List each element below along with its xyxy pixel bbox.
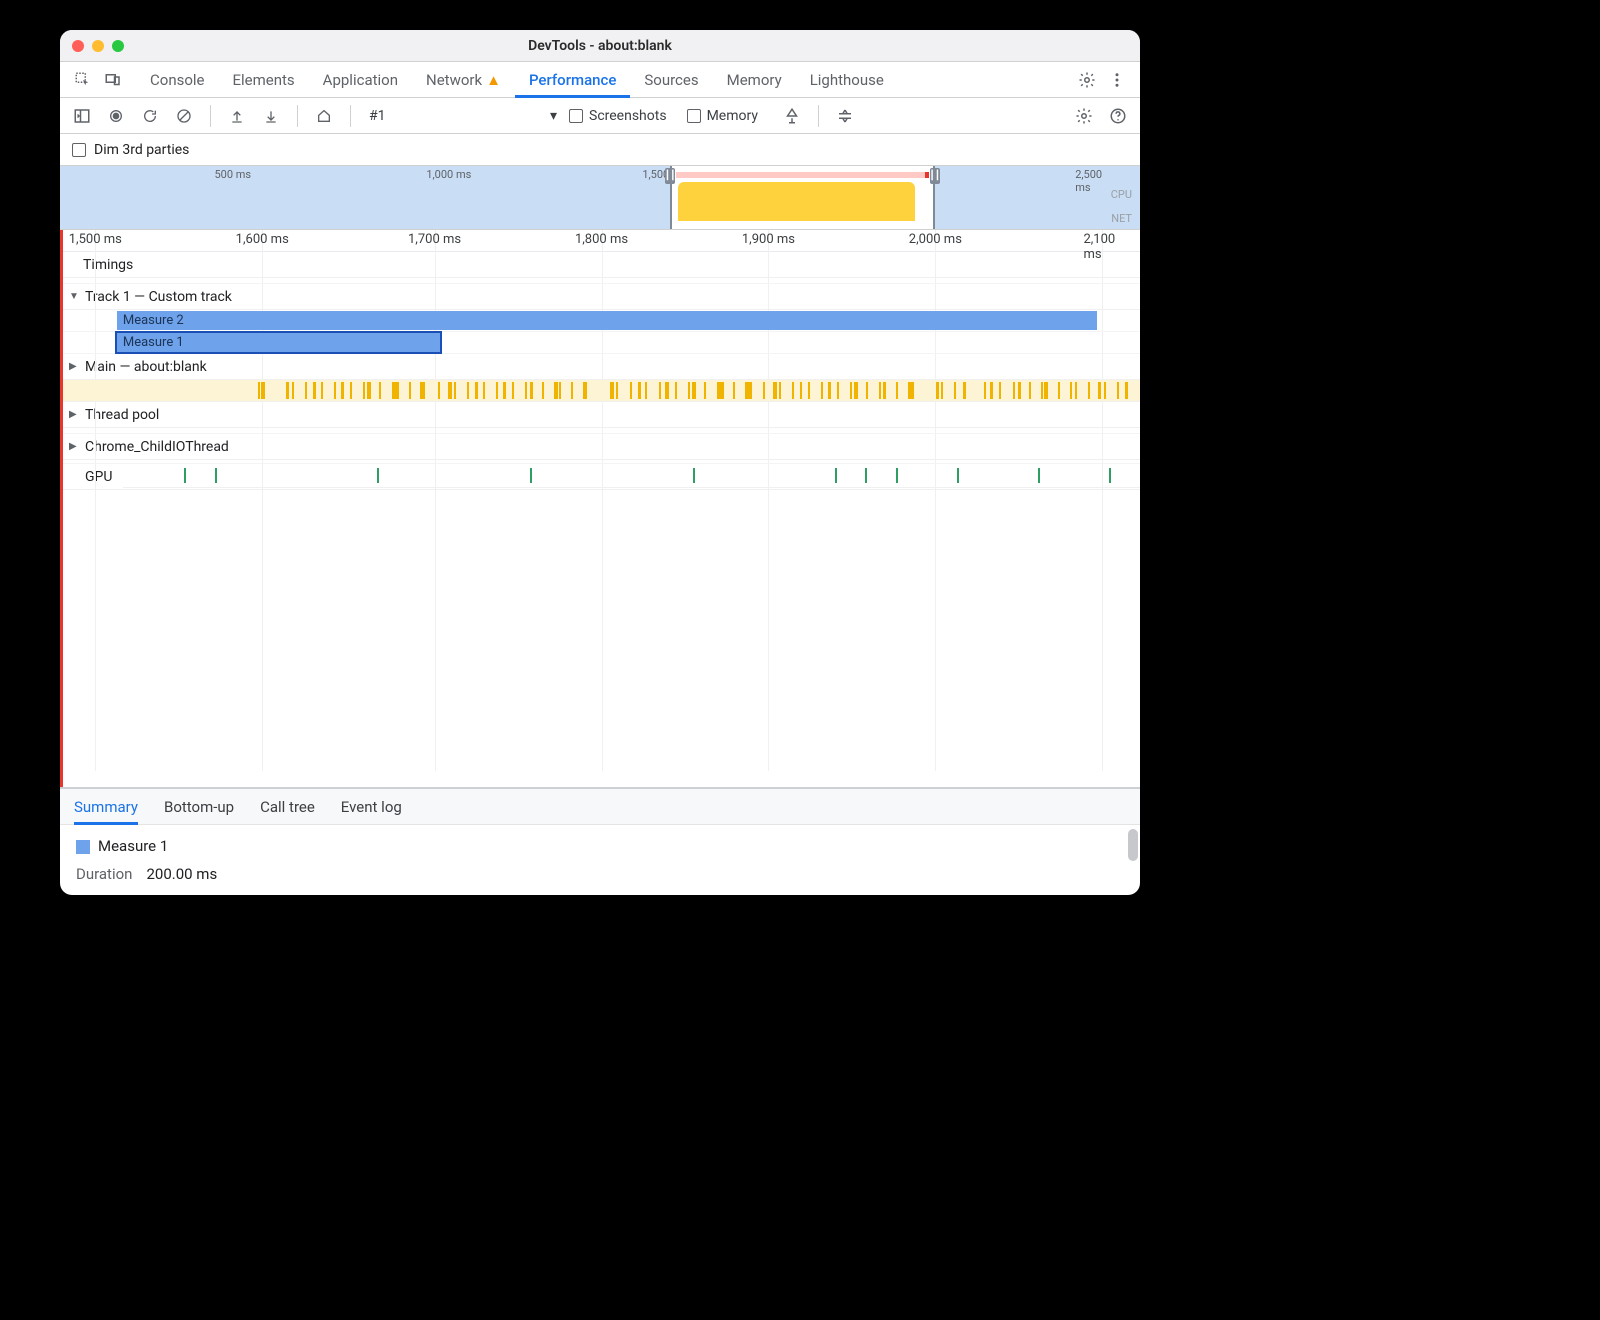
disclosure-closed-icon: ▶ <box>69 441 79 452</box>
ruler-tick: 2,000 ms <box>909 232 962 247</box>
ruler-tick: 1,700 ms <box>408 232 461 247</box>
overview-handle-left[interactable]: ┃┃ <box>665 168 675 184</box>
screenshots-checkbox[interactable]: Screenshots <box>569 108 667 124</box>
titlebar: DevTools - about:blank <box>60 30 1140 62</box>
dim-3rd-parties-row: Dim 3rd parties <box>60 134 1140 166</box>
recording-selector[interactable]: #1 ▾ <box>363 104 563 128</box>
warning-icon: ▲ <box>486 71 501 89</box>
details-panel: Summary Bottom-up Call tree Event log Me… <box>60 787 1140 895</box>
time-ruler: 1,500 ms 1,600 ms 1,700 ms 1,800 ms 1,900 ms… <box>63 230 1140 252</box>
details-tab-summary[interactable]: Summary <box>74 789 138 825</box>
flamechart-area[interactable]: 1,500 ms 1,600 ms 1,700 ms 1,800 ms 1,900 ms… <box>60 230 1140 787</box>
memory-checkbox[interactable]: Memory <box>687 108 758 124</box>
inspect-element-icon[interactable] <box>68 65 98 95</box>
summary-title-row: Measure 1 <box>76 837 1124 855</box>
overview-tick: 500 ms <box>214 168 251 181</box>
disclosure-open-icon: ▼ <box>69 291 79 302</box>
recording-label: #1 <box>369 108 386 124</box>
perf-toolbar: #1 ▾ Screenshots Memory <box>60 98 1140 134</box>
ruler-tick: 2,100 ms <box>1083 232 1121 262</box>
more-icon[interactable] <box>1102 65 1132 95</box>
ruler-tick: 1,900 ms <box>742 232 795 247</box>
ruler-tick: 1,500 ms <box>69 232 122 247</box>
devtools-window: DevTools - about:blank Console Elements … <box>60 30 1140 895</box>
reload-icon[interactable] <box>136 102 164 130</box>
tab-console[interactable]: Console <box>136 62 219 98</box>
home-icon[interactable] <box>310 102 338 130</box>
tab-memory[interactable]: Memory <box>713 62 796 98</box>
disclosure-closed-icon: ▶ <box>69 361 79 372</box>
main-tabstrip: Console Elements Application Network▲ Pe… <box>60 62 1140 98</box>
ruler-tick: 1,800 ms <box>575 232 628 247</box>
shortcuts-icon[interactable] <box>831 102 859 130</box>
gc-icon[interactable] <box>778 102 806 130</box>
bar-measure-2[interactable]: Measure 2 <box>117 311 1097 330</box>
main-thread-lane[interactable] <box>63 380 1140 402</box>
tab-performance[interactable]: Performance <box>515 62 630 98</box>
toggle-panel-icon[interactable] <box>68 102 96 130</box>
summary-duration-row: Duration200.00 ms <box>76 865 1124 883</box>
details-tab-event-log[interactable]: Event log <box>341 789 402 825</box>
capture-settings-icon[interactable] <box>1070 102 1098 130</box>
chevron-down-icon: ▾ <box>550 108 557 124</box>
clear-icon[interactable] <box>170 102 198 130</box>
tab-application[interactable]: Application <box>309 62 412 98</box>
record-icon[interactable] <box>102 102 130 130</box>
tab-network[interactable]: Network▲ <box>412 62 515 98</box>
details-tab-call-tree[interactable]: Call tree <box>260 789 315 825</box>
gpu-lane[interactable] <box>123 464 1140 488</box>
tab-sources[interactable]: Sources <box>630 62 712 98</box>
overview-cpu-label: CPU <box>1111 188 1132 202</box>
details-tab-bottom-up[interactable]: Bottom-up <box>164 789 234 825</box>
dim-3rd-parties-checkbox[interactable] <box>72 143 86 157</box>
disclosure-closed-icon: ▶ <box>69 409 79 420</box>
summary-color-swatch <box>76 840 90 854</box>
download-icon[interactable] <box>257 102 285 130</box>
dim-3rd-parties-label: Dim 3rd parties <box>94 142 189 158</box>
device-toolbar-icon[interactable] <box>98 65 128 95</box>
details-scrollbar[interactable] <box>1128 829 1138 861</box>
summary-title: Measure 1 <box>98 837 168 855</box>
bar-measure-1[interactable]: Measure 1 <box>117 333 440 352</box>
window-title: DevTools - about:blank <box>60 38 1140 54</box>
tab-elements[interactable]: Elements <box>219 62 309 98</box>
settings-icon[interactable] <box>1072 65 1102 95</box>
ruler-tick: 1,600 ms <box>236 232 289 247</box>
help-icon[interactable] <box>1104 102 1132 130</box>
overview-tick: 1,000 ms <box>426 168 471 181</box>
tab-lighthouse[interactable]: Lighthouse <box>796 62 898 98</box>
overview-net-label: NET <box>1111 212 1132 226</box>
overview-handle-right[interactable]: ┃┃ <box>930 168 940 184</box>
upload-icon[interactable] <box>223 102 251 130</box>
overview-timeline[interactable]: 500 ms1,000 ms1,500 ms2,000 ms2,500 ms ┃… <box>60 166 1140 230</box>
